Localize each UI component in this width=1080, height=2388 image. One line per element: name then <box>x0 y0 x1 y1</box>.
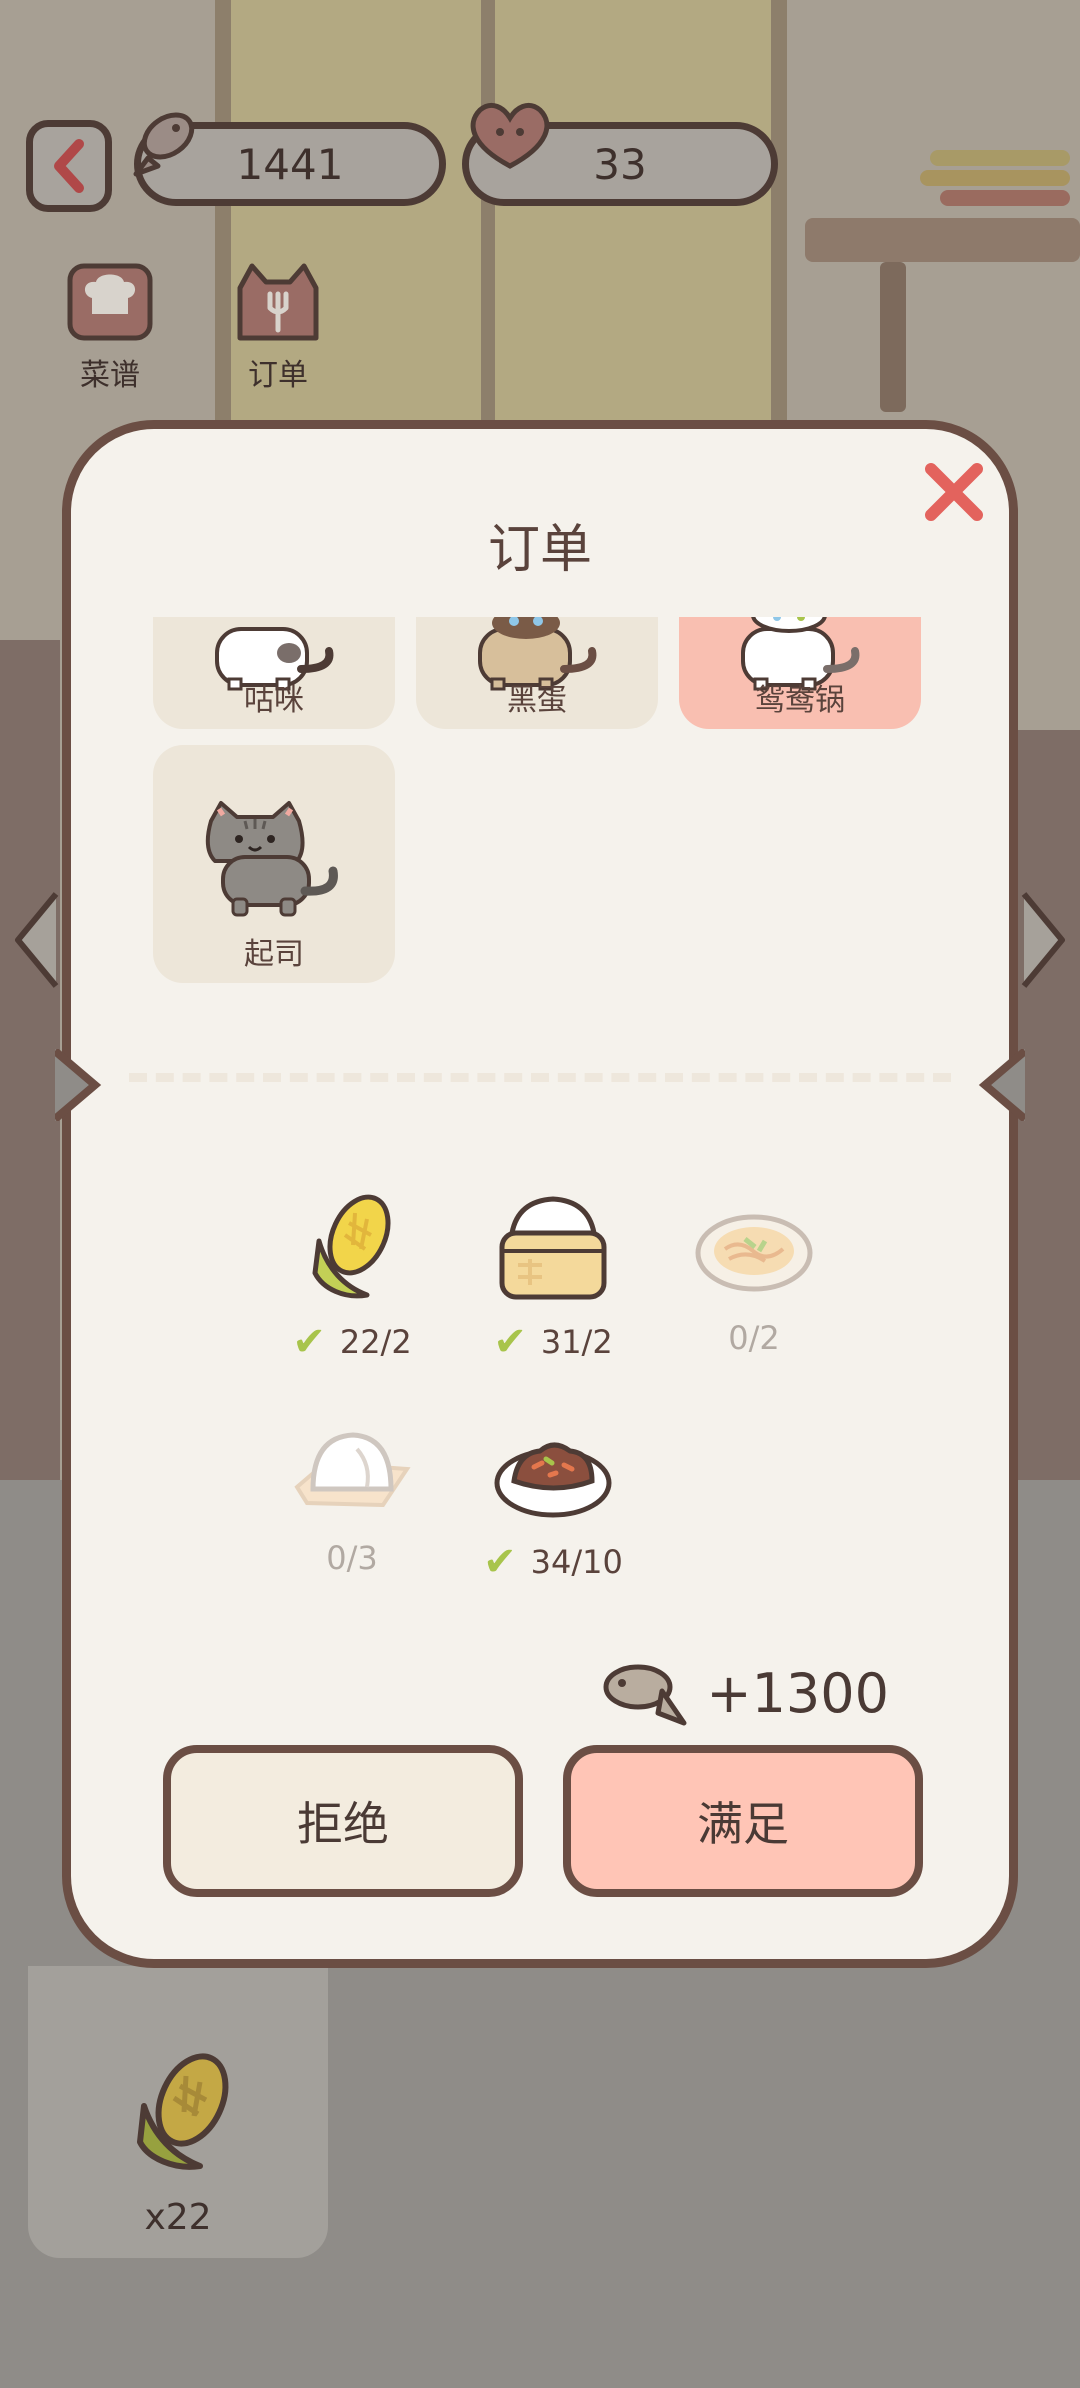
fish-icon <box>603 1664 687 1726</box>
chevron-left-icon <box>54 139 84 193</box>
quantity-text: 22/2 <box>339 1323 412 1361</box>
noodle-plate-icon <box>695 1214 813 1292</box>
dialog-title: 订单 <box>487 520 592 580</box>
cat-card-gumi[interactable]: 咕咪 <box>153 617 395 729</box>
dashed-divider <box>129 1073 951 1082</box>
fish-icon <box>133 112 195 177</box>
reject-button[interactable]: 拒绝 <box>163 1745 523 1897</box>
requirement-quantity: ✔ 34/10 <box>463 1539 643 1585</box>
cat-card-heidan[interactable]: 黑蛋 <box>416 617 658 729</box>
cat-card-qisi[interactable]: 起司 <box>153 745 395 983</box>
quantity-text: 31/2 <box>540 1323 613 1361</box>
requirement-quantity: 0/2 <box>664 1319 844 1357</box>
cat-heart-icon <box>470 103 550 169</box>
grey-tabby-cat-icon <box>205 801 338 917</box>
requirement-braised-meat: ✔ 34/10 <box>463 1409 643 1585</box>
requirement-quantity: ✔ 31/2 <box>463 1319 643 1365</box>
check-icon: ✔ <box>292 1319 326 1365</box>
reward: +1300 <box>600 1657 889 1729</box>
tab-orders-label: 订单 <box>248 358 308 393</box>
dumpling-icon <box>294 1432 411 1508</box>
right-notch <box>978 1049 1025 1121</box>
cat-fork-icon <box>237 263 319 341</box>
shelf-bracket <box>880 262 906 412</box>
requirement-noodles: 0/2 <box>664 1189 844 1357</box>
quantity-text: 0/3 <box>326 1539 378 1577</box>
shelf-books <box>920 150 1080 210</box>
cat-name: 起司 <box>244 937 304 972</box>
check-icon: ✔ <box>493 1319 527 1365</box>
heart-count: 33 <box>593 139 647 189</box>
chef-hat-icon <box>67 263 153 341</box>
accept-button[interactable]: 满足 <box>563 1745 923 1897</box>
previous-arrow-icon[interactable] <box>12 890 62 990</box>
left-notch <box>55 1049 102 1121</box>
steamer-icon <box>499 1196 607 1300</box>
next-arrow-icon[interactable] <box>1018 890 1068 990</box>
inventory-count: x22 <box>144 2197 212 2238</box>
requirement-quantity: 0/3 <box>262 1539 442 1577</box>
back-button[interactable] <box>26 120 112 212</box>
cat-list: 咕咪 黑蛋 鸳鸯锅 起司 <box>71 617 1009 1057</box>
cat-name: 咕咪 <box>244 683 304 718</box>
corn-icon <box>137 2053 229 2170</box>
meat-plate-icon <box>494 1442 612 1518</box>
corn-icon <box>312 1194 391 1299</box>
reward-amount: +1300 <box>706 1661 889 1725</box>
tab-recipes[interactable]: 菜谱 <box>50 258 170 394</box>
cat-card-yuanyangguo[interactable]: 鸳鸯锅 <box>679 617 921 729</box>
order-dialog: 订单 咕咪 黑蛋 鸳鸯锅 起司 ✔ 22/2 ✔ 31/2 0/2 0/3 ✔ … <box>55 420 1025 1968</box>
requirement-steamed-buns: ✔ 31/2 <box>463 1189 643 1365</box>
requirement-quantity: ✔ 22/2 <box>262 1319 442 1365</box>
wall-shelf <box>805 218 1080 262</box>
requirement-corn: ✔ 22/2 <box>262 1189 442 1365</box>
quantity-text: 34/10 <box>530 1543 623 1581</box>
fish-count: 1441 <box>236 139 344 189</box>
cat-name: 黑蛋 <box>507 683 567 718</box>
requirement-dumpling: 0/3 <box>262 1409 442 1577</box>
left-cabinet <box>0 640 60 1480</box>
cat-name: 鸳鸯锅 <box>755 683 845 718</box>
quantity-text: 0/2 <box>728 1319 780 1357</box>
tab-orders[interactable]: 订单 <box>218 258 338 394</box>
check-icon: ✔ <box>483 1539 517 1585</box>
inventory-slot[interactable]: x22 <box>28 1966 328 2258</box>
close-icon[interactable] <box>921 459 987 525</box>
tab-recipes-label: 菜谱 <box>80 358 140 393</box>
